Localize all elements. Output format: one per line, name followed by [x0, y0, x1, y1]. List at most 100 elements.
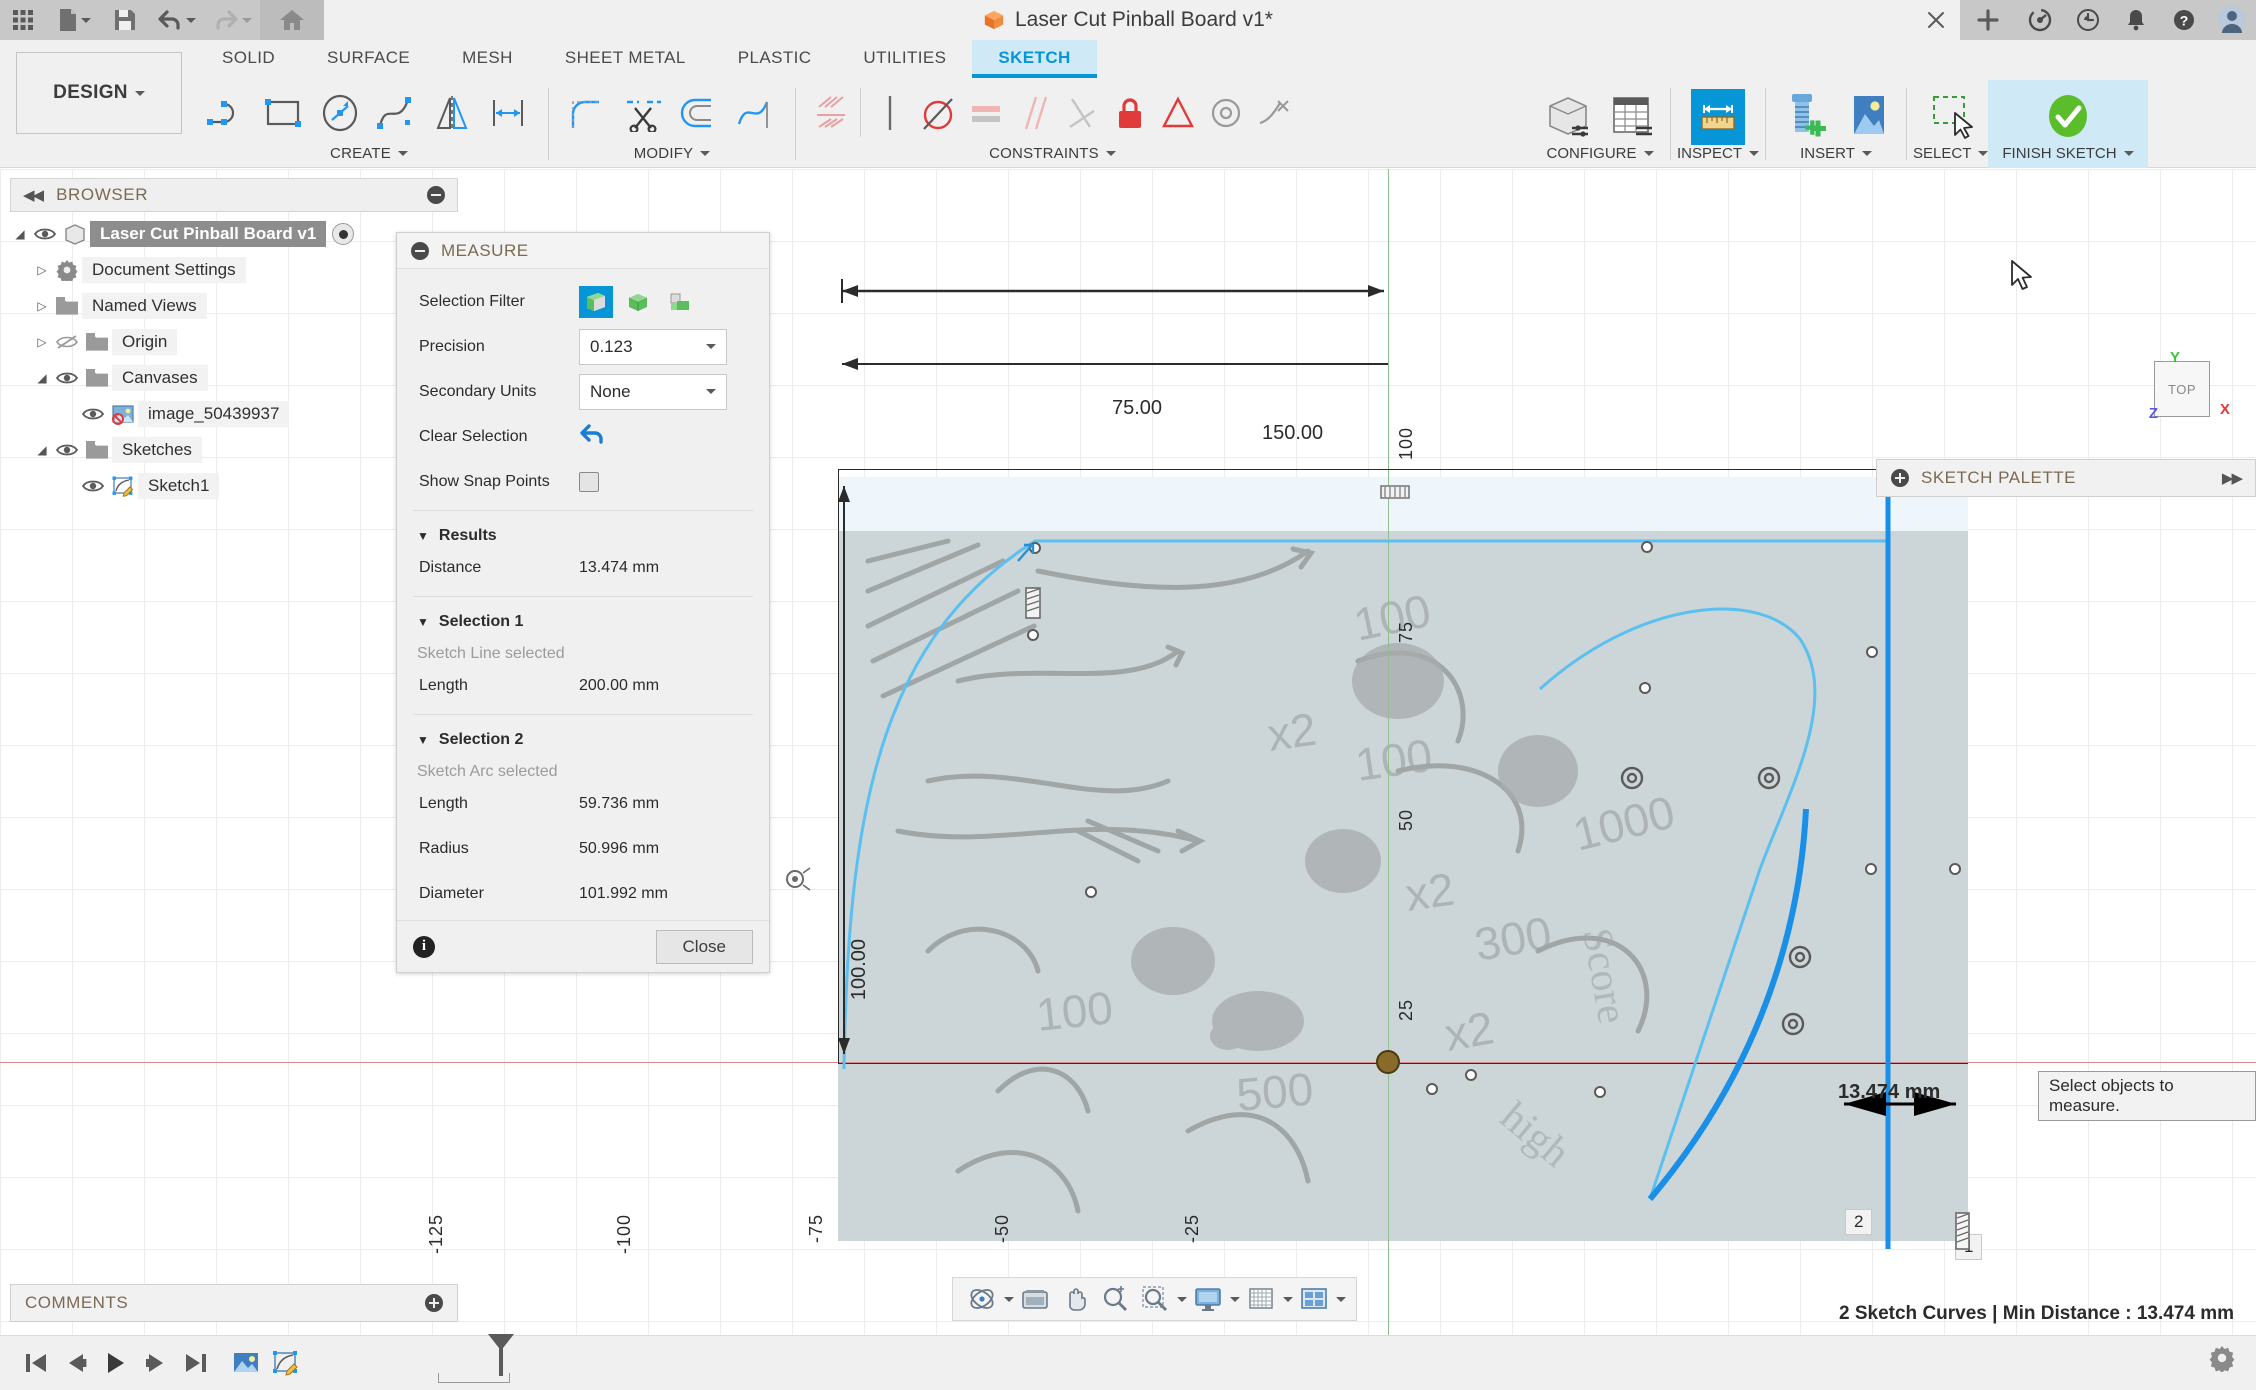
timeline-canvas-feature[interactable]: [226, 1343, 266, 1383]
save-icon[interactable]: [102, 0, 148, 40]
expand-arrow-icon[interactable]: ◢: [32, 443, 52, 457]
constraint-parallel-icon[interactable]: [1011, 85, 1057, 141]
constraint-vertical-icon[interactable]: [867, 85, 913, 141]
sketch-line-top[interactable]: [838, 469, 1968, 470]
visibility-eye-icon[interactable]: [52, 370, 82, 386]
constraint-vertical-glyph[interactable]: [1020, 584, 1050, 624]
zoom-window-caret-icon[interactable]: [1177, 1296, 1187, 1302]
mirror-tool-icon[interactable]: [426, 85, 480, 141]
constraint-concentric-icon[interactable]: [1203, 85, 1249, 141]
fillet-tool-icon[interactable]: [561, 85, 615, 141]
sketch-endpoint-marker[interactable]: [1012, 539, 1042, 569]
trim-tool-icon[interactable]: [617, 85, 671, 141]
tab-sheet-metal[interactable]: SHEET METAL: [539, 40, 712, 74]
activate-component-radio[interactable]: [332, 223, 355, 245]
pan-hand-icon[interactable]: [1056, 1280, 1094, 1318]
zoom-icon[interactable]: [1096, 1280, 1134, 1318]
ribbon-group-constraints-label[interactable]: CONSTRAINTS: [989, 145, 1116, 168]
tree-item-sketches[interactable]: ◢ Sketches: [10, 432, 458, 468]
new-file-caret-icon[interactable]: [80, 17, 91, 23]
orbit-icon[interactable]: [963, 1280, 1001, 1318]
dimension-tool-icon[interactable]: [482, 85, 536, 141]
ribbon-group-finish-sketch-label[interactable]: FINISH SKETCH: [2002, 145, 2134, 168]
offset-tool-icon[interactable]: [673, 85, 727, 141]
show-snap-points-checkbox[interactable]: [579, 471, 599, 492]
visibility-eye-icon[interactable]: [78, 406, 108, 422]
undo-icon[interactable]: [148, 0, 204, 40]
orbit-caret-icon[interactable]: [1004, 1296, 1014, 1302]
constraint-vertical-glyph-2[interactable]: [1948, 1209, 1978, 1259]
filter-body-icon[interactable]: [621, 286, 655, 318]
measure-dialog-header[interactable]: MEASURE: [397, 233, 769, 269]
tree-item-laser-cut-pinball-board[interactable]: ◢ Laser Cut Pinball Board v1: [10, 216, 458, 252]
display-settings-caret-icon[interactable]: [1230, 1296, 1240, 1302]
tree-item-sketch1[interactable]: Sketch1: [10, 468, 458, 504]
info-icon[interactable]: i: [413, 935, 435, 958]
constraint-midpoint-icon[interactable]: [1155, 85, 1201, 141]
timeline-end-icon[interactable]: [176, 1343, 216, 1383]
constraint-horizontal-glyph[interactable]: [1378, 481, 1414, 505]
view-navigation-bar[interactable]: [952, 1277, 1357, 1321]
tab-sketch[interactable]: SKETCH: [972, 40, 1097, 78]
expand-arrow-icon[interactable]: ▷: [32, 299, 52, 313]
clear-selection-button[interactable]: [579, 422, 607, 451]
results-header[interactable]: ▼ Results: [417, 527, 769, 545]
tree-item-named-views[interactable]: ▷ Named Views: [10, 288, 458, 324]
visibility-eye-icon[interactable]: [52, 442, 82, 458]
timeline-step-back-icon[interactable]: [56, 1343, 96, 1383]
collapse-icon[interactable]: [427, 186, 445, 204]
timeline-play-icon[interactable]: [96, 1343, 136, 1383]
filter-component-icon[interactable]: [663, 286, 697, 318]
visibility-eye-off-icon[interactable]: [52, 333, 82, 351]
collapse-left-icon[interactable]: ◀◀: [23, 186, 44, 204]
expand-arrow-icon[interactable]: ▷: [32, 335, 52, 349]
timeline-settings-gear-icon[interactable]: [2208, 1344, 2236, 1377]
viewports-icon[interactable]: [1295, 1280, 1333, 1318]
expand-arrow-icon[interactable]: ▷: [32, 263, 52, 277]
spline-tool-icon[interactable]: [370, 85, 424, 141]
selection-tag-2[interactable]: 2: [1845, 1209, 1873, 1235]
redo-caret-icon[interactable]: [241, 17, 252, 23]
notifications-bell-icon[interactable]: [2112, 0, 2160, 40]
constraint-curvature-icon[interactable]: [1251, 85, 1297, 141]
dimension-100-label[interactable]: 100.00: [848, 939, 871, 1000]
grid-snaps-caret-icon[interactable]: [1283, 1296, 1293, 1302]
constraint-perpendicular-icon[interactable]: [1059, 85, 1105, 141]
ribbon-group-inspect-label[interactable]: INSPECT: [1677, 145, 1760, 168]
constraint-equal-icon[interactable]: [963, 85, 1009, 141]
tree-item-origin[interactable]: ▷ Origin: [10, 324, 458, 360]
insert-mcmaster-part-icon[interactable]: [1772, 87, 1836, 145]
timeline-step-forward-icon[interactable]: [136, 1343, 176, 1383]
timeline-playhead-marker[interactable]: [484, 1332, 518, 1381]
constraint-fix-icon[interactable]: [1107, 85, 1153, 141]
dimension-150-label[interactable]: 150.00: [1262, 422, 1323, 445]
job-status-icon[interactable]: [2064, 0, 2112, 40]
expand-arrow-icon[interactable]: ◢: [32, 371, 52, 385]
tree-item-canvases[interactable]: ◢ Canvases: [10, 360, 458, 396]
measure-tool-icon[interactable]: [1691, 89, 1745, 145]
selection1-header[interactable]: ▼ Selection 1: [417, 613, 769, 631]
expand-arrow-icon[interactable]: ◢: [10, 227, 30, 241]
grid-snaps-icon[interactable]: [1242, 1280, 1280, 1318]
secondary-units-dropdown[interactable]: None: [579, 373, 727, 410]
browser-panel-header[interactable]: ◀◀ BROWSER: [10, 178, 458, 212]
tree-item-image-50439937[interactable]: image_50439937: [10, 396, 458, 432]
add-tab-icon[interactable]: [1960, 0, 2016, 40]
new-file-icon[interactable]: [46, 0, 102, 40]
tab-utilities[interactable]: UTILITIES: [837, 40, 972, 74]
measure-dialog[interactable]: MEASURE Selection Filter Precision 0.123…: [396, 232, 770, 973]
filter-face-icon[interactable]: [579, 285, 613, 318]
constraint-coincident-glyph[interactable]: [782, 859, 812, 899]
display-settings-icon[interactable]: [1189, 1280, 1227, 1318]
tab-mesh[interactable]: MESH: [436, 40, 539, 74]
selection2-header[interactable]: ▼ Selection 2: [417, 731, 769, 749]
extensions-icon[interactable]: [2016, 0, 2064, 40]
constraint-tangent-icon[interactable]: [915, 85, 961, 141]
circle-tool-icon[interactable]: [314, 85, 368, 141]
sketch-palette-panel[interactable]: SKETCH PALETTE ▶▶: [1876, 459, 2256, 497]
app-grid-icon[interactable]: [0, 0, 46, 40]
zoom-window-icon[interactable]: [1136, 1280, 1174, 1318]
redo-icon[interactable]: [204, 0, 260, 40]
ribbon-group-create-label[interactable]: CREATE: [330, 145, 408, 168]
constraint-coincident-icon[interactable]: [808, 85, 854, 141]
